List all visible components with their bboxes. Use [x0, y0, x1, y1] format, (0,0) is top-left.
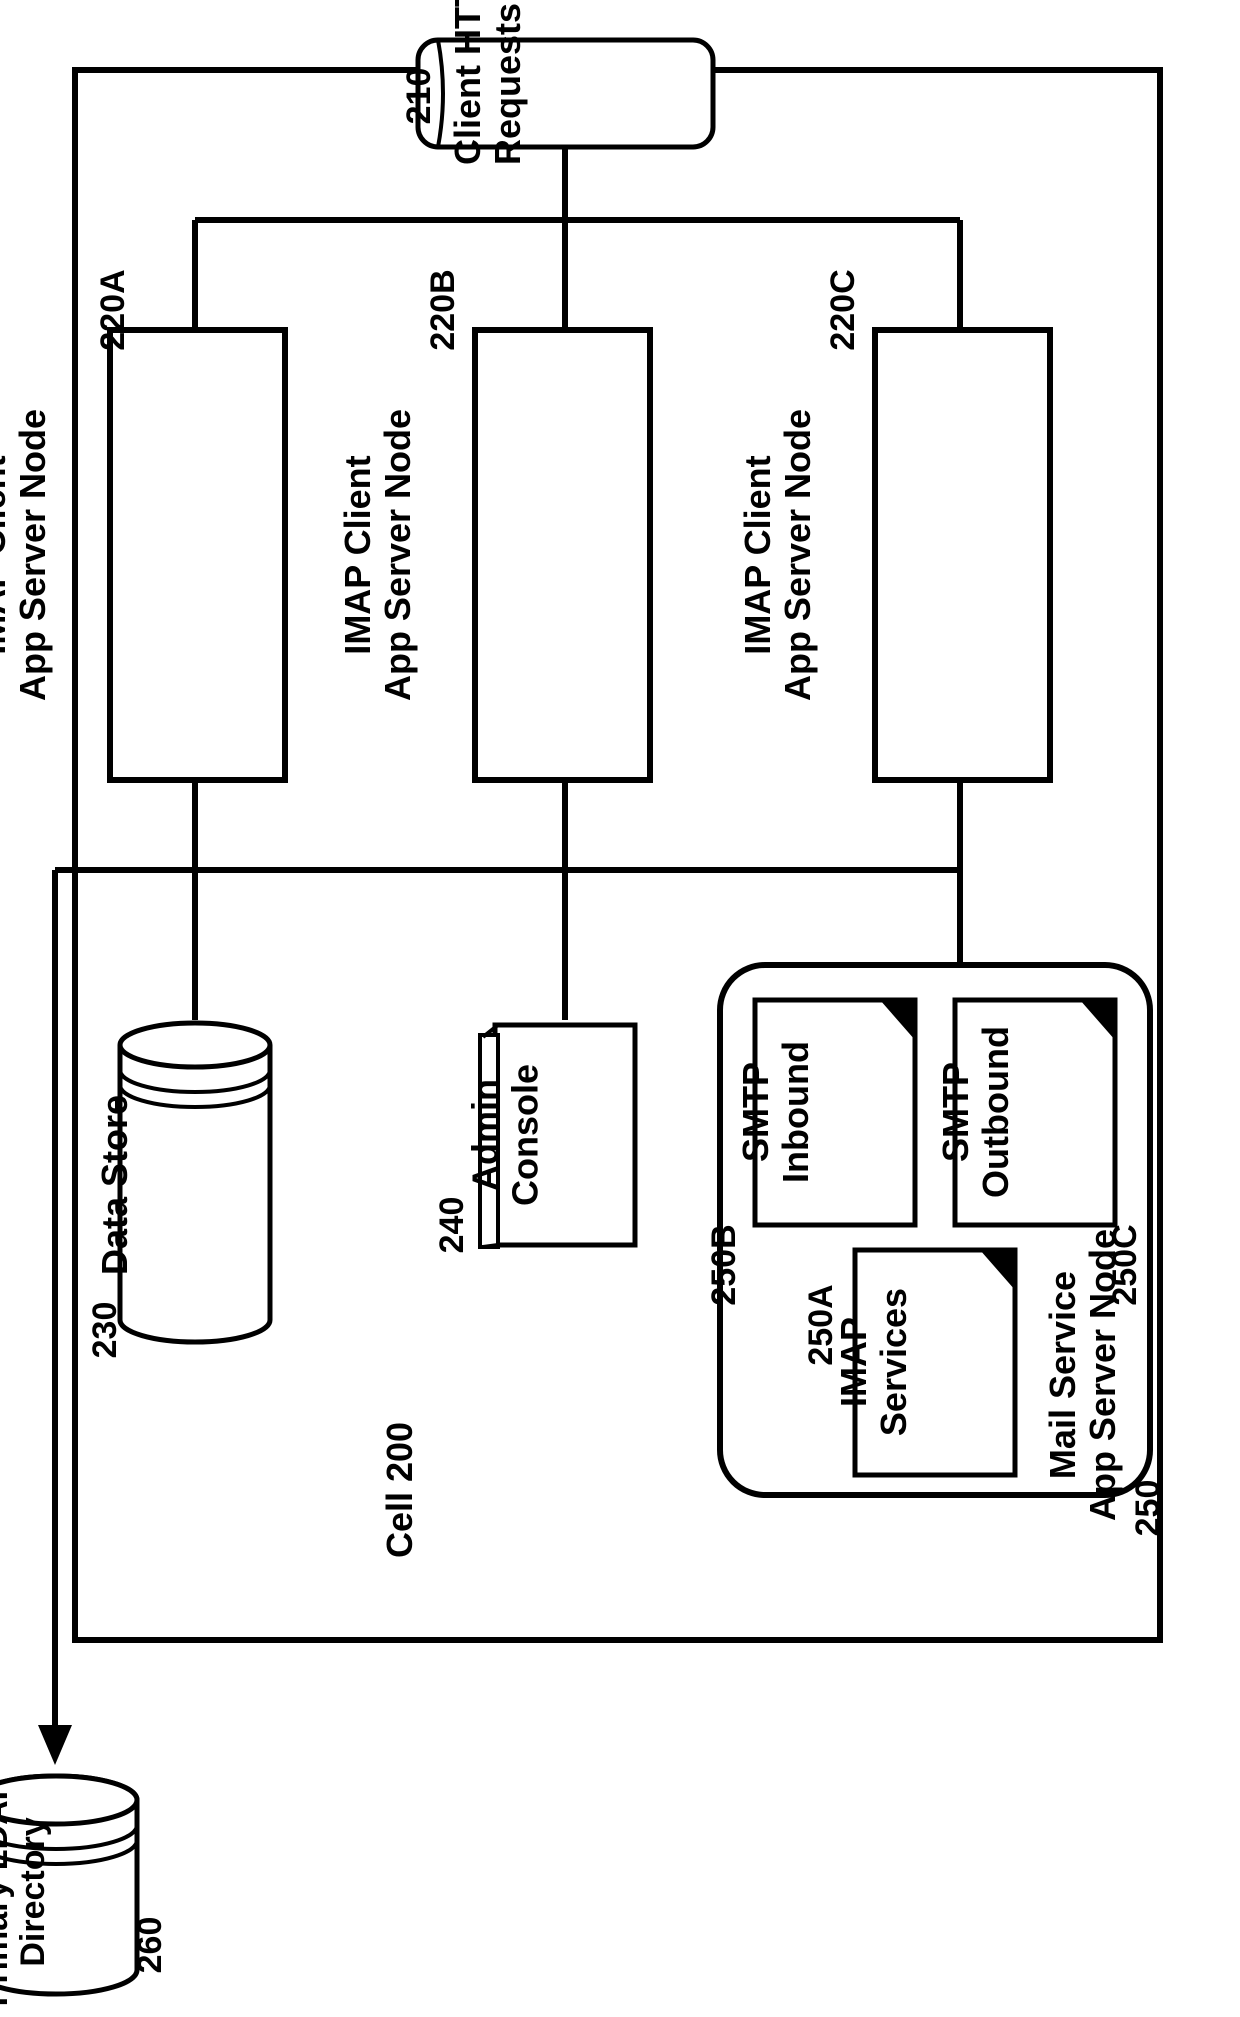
admin-console-label: Admin Console: [466, 1048, 666, 1223]
imap-node-c-ref: 220C: [825, 250, 885, 370]
cell-label: Cell 200: [380, 1400, 440, 1580]
diagram-svg: [0, 0, 1240, 2002]
data-store-label: Data Store: [95, 1085, 295, 1285]
imap-node-a-ref: 220A: [95, 250, 155, 370]
smtp-outbound-label: SMTP Outbound: [936, 1017, 1136, 1207]
smtp-inbound-ref: 250B: [706, 1215, 766, 1315]
imap-node-c-label: IMAP Client App Server Node: [738, 395, 1188, 715]
data-store-ref: 230: [87, 1290, 147, 1370]
imap-node-b-ref: 220B: [425, 250, 485, 370]
client-http-ref: 210: [401, 56, 461, 136]
imap-services-label: IMAP Services: [834, 1272, 1034, 1452]
imap-node-b-label: IMAP Client App Server Node: [338, 395, 788, 715]
diagram-stage: Client HTTP Requests 210 IMAP Client App…: [0, 0, 1240, 2002]
arrow-to-ldap: [38, 1725, 72, 1765]
imap-services-ref: 250A: [803, 1275, 863, 1375]
admin-console-ref: 240: [434, 1185, 494, 1265]
smtp-inbound-label: SMTP Inbound: [736, 1022, 936, 1202]
mail-service-ref: 250: [1130, 1468, 1190, 1548]
ldap-label: Primary LDAP Directory: [0, 1767, 138, 2017]
ldap-ref: 260: [132, 1905, 192, 1985]
client-http-label: Client HTTP Requests: [448, 25, 688, 165]
